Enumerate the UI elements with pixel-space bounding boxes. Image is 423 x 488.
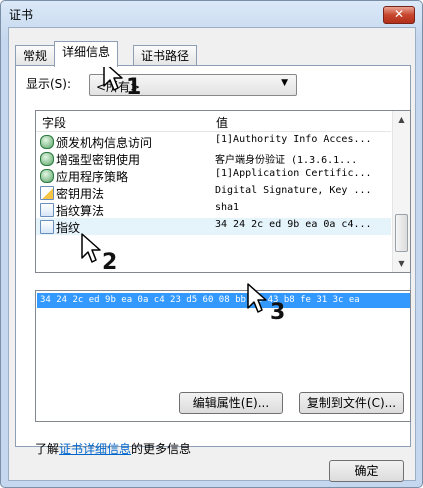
edit-properties-button[interactable]: 编辑属性(E)... [179, 392, 283, 414]
row-field: 应用程序策略 [56, 170, 129, 184]
row-value: [1]Authority Info Acces... [215, 134, 372, 145]
extension-icon [40, 135, 54, 149]
certificate-dialog: 证书 ✕ 常规 详细信息 证书路径 显示(S): <所有> ▼ 字段 值 颁发机… [0, 0, 423, 488]
column-header-field[interactable]: 字段 [42, 114, 66, 131]
property-icon [40, 203, 54, 217]
learn-more-text: 了解证书详细信息的更多信息 [35, 440, 191, 457]
title-bar: 证书 ✕ [1, 1, 422, 25]
property-icon [40, 220, 54, 234]
list-row[interactable]: 应用程序策略 [1]Application Certific... [36, 167, 391, 184]
step-number-3: 3 [270, 300, 286, 325]
ok-button[interactable]: 确定 [329, 460, 404, 482]
row-value: sha1 [215, 202, 240, 213]
step-number-1: 1 [126, 75, 142, 100]
scroll-up-icon[interactable]: ▲ [393, 111, 410, 128]
row-value: 34 24 2c ed 9b ea 0a c4... [215, 219, 372, 230]
pointer-cursor-icon [247, 283, 267, 313]
dialog-body: 常规 详细信息 证书路径 显示(S): <所有> ▼ 字段 值 颁发机构信息访问… [8, 27, 416, 482]
copy-to-file-button[interactable]: 复制到文件(C)... [299, 392, 404, 414]
window-title: 证书 [9, 8, 34, 22]
close-button[interactable]: ✕ [383, 6, 415, 24]
row-field: 指纹 [56, 221, 81, 235]
key-usage-icon [40, 186, 54, 200]
scroll-down-icon[interactable]: ▼ [393, 255, 410, 272]
column-header-value[interactable]: 值 [216, 114, 228, 131]
row-field: 密钥用法 [56, 187, 105, 201]
row-value: 客户端身份验证 (1.3.6.1... [215, 155, 358, 166]
learn-more-suffix: 的更多信息 [131, 442, 192, 456]
list-row[interactable]: 指纹算法 sha1 [36, 201, 391, 218]
row-value: [1]Application Certific... [215, 168, 372, 179]
list-header: 字段 值 [36, 111, 391, 132]
extension-icon [40, 152, 54, 166]
step-number-2: 2 [102, 250, 118, 275]
tab-certification-path[interactable]: 证书路径 [133, 45, 198, 66]
tab-general[interactable]: 常规 [15, 45, 56, 66]
scrollbar-thumb[interactable] [395, 214, 408, 252]
row-field: 颁发机构信息访问 [56, 136, 153, 150]
chevron-down-icon: ▼ [281, 78, 288, 88]
learn-more-prefix: 了解 [35, 442, 60, 456]
list-row[interactable]: 颁发机构信息访问 [1]Authority Info Acces... [36, 133, 391, 150]
extension-icon [40, 169, 54, 183]
show-label: 显示(S): [26, 77, 72, 91]
list-row[interactable]: 密钥用法 Digital Signature, Key ... [36, 184, 391, 201]
row-field: 指纹算法 [56, 204, 105, 218]
tab-details[interactable]: 详细信息 [54, 41, 119, 67]
list-scrollbar[interactable]: ▲ ▼ [392, 111, 410, 272]
row-field: 增强型密钥使用 [56, 153, 141, 167]
certificate-details-link[interactable]: 证书详细信息 [59, 442, 131, 456]
selected-value-text[interactable]: 34 24 2c ed 9b ea 0a c4 23 d5 60 08 bb 0… [37, 293, 410, 308]
list-row[interactable]: 增强型密钥使用 客户端身份验证 (1.3.6.1... [36, 150, 391, 167]
row-value: Digital Signature, Key ... [215, 185, 372, 196]
